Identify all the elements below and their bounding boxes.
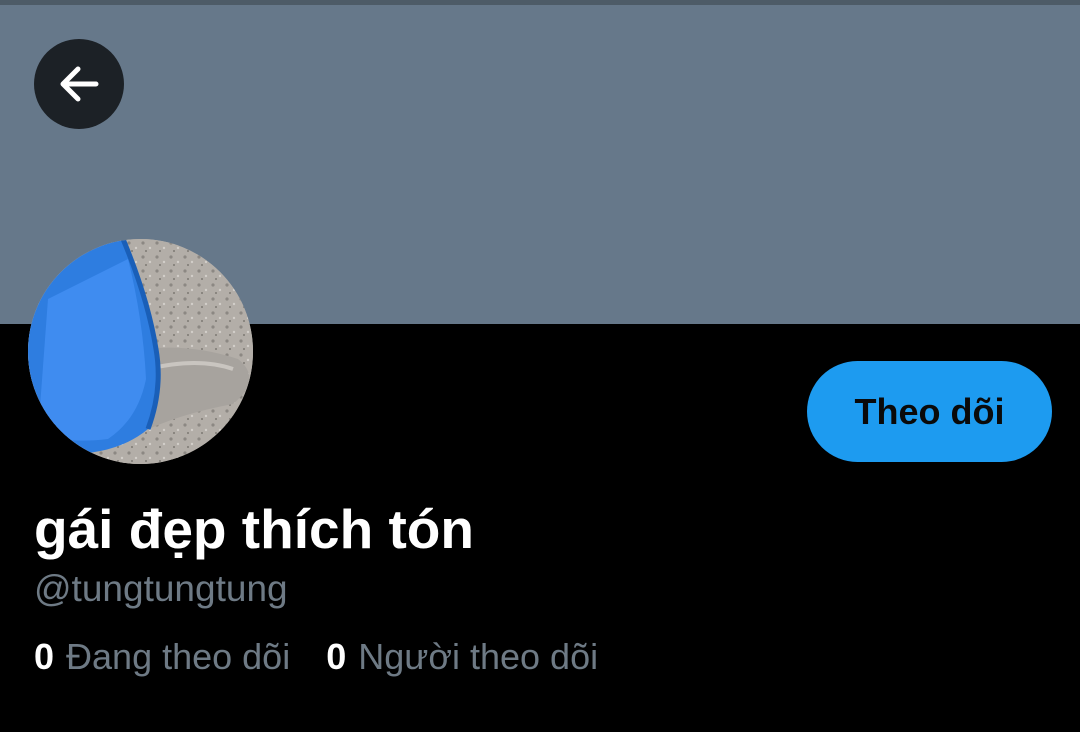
following-count: 0 [34, 636, 55, 677]
username-handle: @tungtungtung [34, 568, 288, 609]
followers-label: Người theo dõi [358, 636, 599, 677]
avatar-photo [28, 239, 253, 464]
followers-stat-link[interactable]: 0 Người theo dõi [326, 634, 598, 680]
back-button[interactable] [34, 39, 124, 129]
follow-button[interactable]: Theo dõi [807, 361, 1052, 462]
followers-count: 0 [326, 636, 347, 677]
arrow-left-icon [60, 66, 99, 102]
profile-page: Theo dõi gái đẹp thích tón @tungtungtung… [0, 0, 1080, 732]
following-stat-link[interactable]: 0 Đang theo dõi [34, 634, 290, 680]
profile-stats: 0 Đang theo dõi 0 Người theo dõi [34, 634, 598, 680]
avatar[interactable] [28, 239, 253, 464]
display-name: gái đẹp thích tón [34, 498, 474, 560]
following-label: Đang theo dõi [66, 636, 291, 677]
